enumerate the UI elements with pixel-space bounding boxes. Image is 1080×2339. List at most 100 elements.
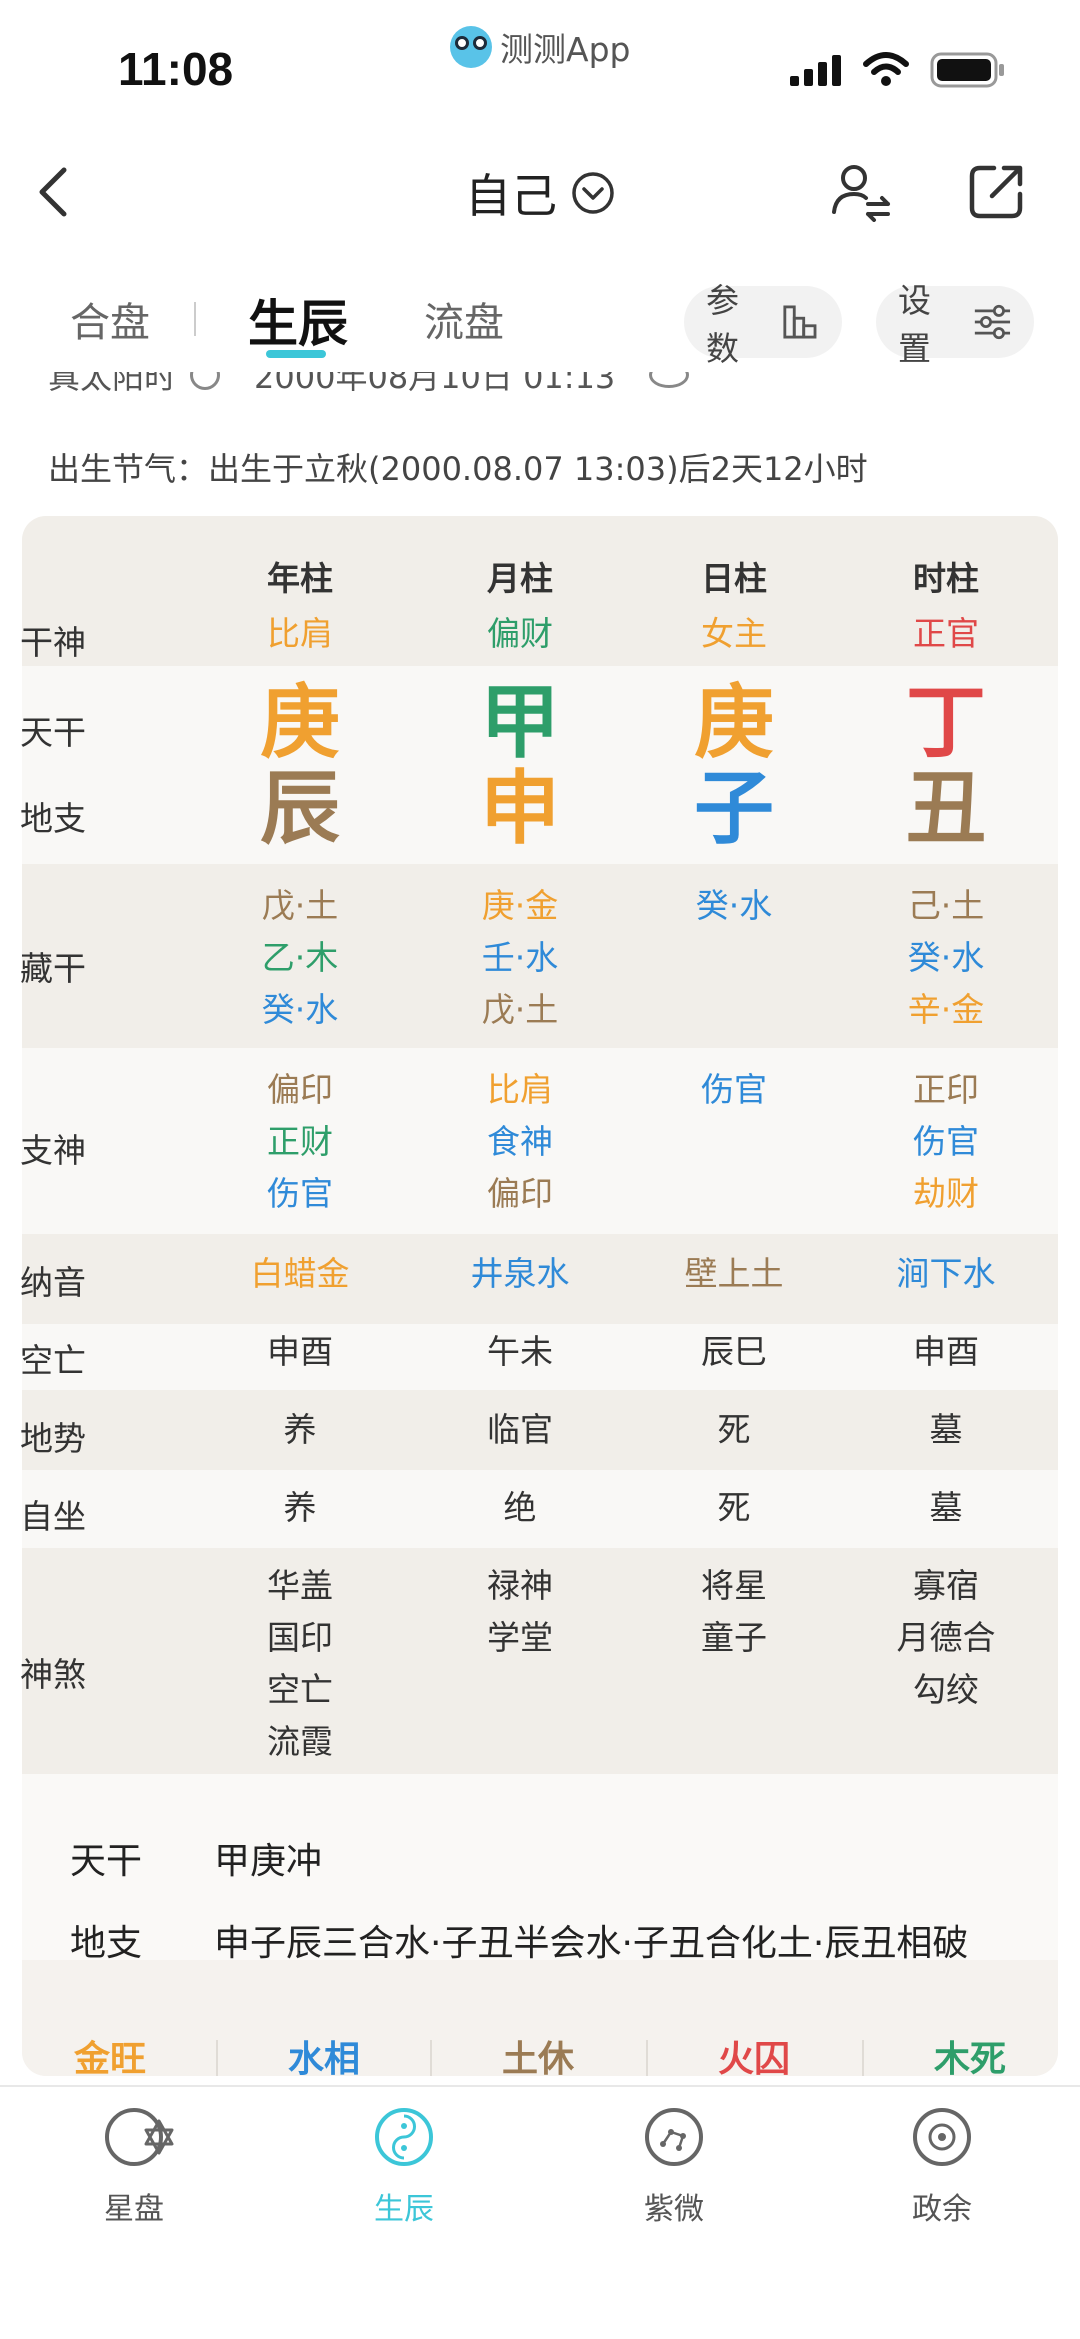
bottom-nav-xingpan[interactable]: 星盘 bbox=[44, 2108, 224, 2228]
relation-dizhi-label: 地支 bbox=[70, 1923, 143, 1964]
canggan-item: 壬·水 bbox=[481, 938, 559, 977]
col-header-year: 年柱 bbox=[267, 559, 333, 598]
nayin-month: 井泉水 bbox=[470, 1254, 570, 1293]
row-label-dizhi: 地支 bbox=[20, 799, 86, 838]
tiangan-month: 甲 bbox=[480, 676, 560, 769]
shensha-item: 童子 bbox=[701, 1618, 767, 1657]
star-of-david-icon bbox=[105, 2108, 174, 2166]
kongwang-day: 辰巳 bbox=[701, 1332, 767, 1371]
dishi-month: 临官 bbox=[487, 1410, 553, 1449]
help-icon[interactable] bbox=[190, 372, 221, 390]
bottom-nav-zhengyu[interactable]: 政余 bbox=[852, 2108, 1032, 2228]
sliders-icon bbox=[974, 304, 1011, 340]
dizhi-year: 辰 bbox=[260, 762, 340, 855]
canggan-item: 戊·土 bbox=[481, 990, 559, 1029]
tiangan-hour: 丁 bbox=[906, 676, 986, 769]
profile-selector[interactable]: 自己 bbox=[0, 160, 1080, 226]
shensha-day: 将星 童子 bbox=[624, 1560, 844, 1664]
shensha-month: 禄神 学堂 bbox=[410, 1560, 630, 1664]
yin-yang-icon bbox=[375, 2108, 433, 2166]
divider bbox=[216, 2040, 218, 2076]
eye-icon[interactable] bbox=[649, 372, 690, 388]
status-app-indicator: 测测App bbox=[450, 22, 630, 72]
bottom-nav-label: 政余 bbox=[912, 2192, 972, 2227]
shensha-item: 空亡 bbox=[267, 1670, 333, 1709]
nayin-day: 壁上土 bbox=[684, 1254, 784, 1293]
wuxing-water: 水相 bbox=[287, 2039, 360, 2080]
relation-dizhi-value: 申子辰三合水·子丑半会水·子丑合化土·辰丑相破 bbox=[214, 1923, 969, 1964]
row-label-zhishen: 支神 bbox=[20, 1131, 86, 1170]
row-label-tiangan: 天干 bbox=[20, 713, 86, 752]
ganshen-day: 女主 bbox=[701, 614, 767, 653]
status-time: 11:08 bbox=[118, 43, 234, 95]
zhishen-hour: 正印 伤官 劫财 bbox=[836, 1064, 1056, 1220]
canggan-item: 庚·金 bbox=[481, 886, 559, 925]
wuxing-earth: 土休 bbox=[501, 2039, 574, 2080]
canggan-item: 己·土 bbox=[907, 886, 985, 925]
compass-disc-icon bbox=[913, 2108, 971, 2166]
divider bbox=[862, 2040, 864, 2076]
bottom-nav-label: 生辰 bbox=[374, 2192, 434, 2227]
zhishen-year: 偏印 正财 伤官 bbox=[190, 1064, 410, 1220]
ganshen-month: 偏财 bbox=[487, 614, 553, 653]
divider bbox=[430, 2040, 432, 2076]
active-tab-indicator bbox=[266, 350, 326, 358]
zhishen-item: 比肩 bbox=[487, 1070, 553, 1109]
shensha-item: 学堂 bbox=[487, 1618, 553, 1657]
zhishen-item: 偏印 bbox=[267, 1070, 333, 1109]
col-header-month: 月柱 bbox=[487, 559, 553, 598]
canggan-item: 癸·水 bbox=[261, 990, 339, 1029]
zizuo-day: 死 bbox=[717, 1488, 751, 1527]
tab-hepan[interactable]: 合盘 bbox=[70, 290, 150, 348]
canggan-item: 乙·木 bbox=[261, 938, 339, 977]
zhishen-item: 伤官 bbox=[701, 1070, 767, 1109]
tiangan-year: 庚 bbox=[260, 676, 340, 769]
row-label-dishi: 地势 bbox=[20, 1419, 86, 1458]
solar-time-label: 真太阳时 bbox=[48, 372, 177, 396]
dishi-day: 死 bbox=[717, 1410, 751, 1449]
row-label-canggan: 藏干 bbox=[20, 949, 86, 988]
params-button[interactable]: 参数 bbox=[684, 281, 842, 368]
relation-tiangan-value: 甲庚冲 bbox=[214, 1841, 323, 1882]
shensha-hour: 寡宿 月德合 勾绞 bbox=[836, 1560, 1056, 1716]
kongwang-hour: 申酉 bbox=[913, 1332, 979, 1371]
ganshen-hour: 正官 bbox=[913, 614, 979, 653]
solar-time-row: 真太阳时 2000年08月10日 01:13 bbox=[0, 372, 1080, 414]
kongwang-year: 申酉 bbox=[267, 1332, 333, 1371]
chart-bars-icon bbox=[783, 305, 817, 339]
row-label-kongwang: 空亡 bbox=[20, 1341, 86, 1380]
dishi-hour: 墓 bbox=[929, 1410, 963, 1449]
divider bbox=[646, 2040, 648, 2076]
nayin-year: 白蜡金 bbox=[250, 1254, 350, 1293]
tab-liupan[interactable]: 流盘 bbox=[424, 290, 504, 348]
row-label-zizuo: 自坐 bbox=[20, 1497, 86, 1536]
dizhi-month: 申 bbox=[480, 762, 560, 855]
row-label-nayin: 纳音 bbox=[20, 1263, 86, 1302]
shensha-item: 寡宿 bbox=[913, 1566, 979, 1605]
share-button[interactable] bbox=[968, 162, 1026, 220]
user-switch-icon bbox=[832, 165, 890, 222]
settings-label: 设置 bbox=[898, 281, 931, 368]
share-icon bbox=[969, 165, 1023, 219]
canggan-month: 庚·金 壬·水 戊·土 bbox=[410, 880, 630, 1036]
canggan-item: 辛·金 bbox=[907, 990, 985, 1029]
chevron-down-circle-icon bbox=[572, 172, 614, 214]
bottom-nav-ziwei[interactable]: 紫微 bbox=[584, 2108, 764, 2228]
shensha-item: 月德合 bbox=[896, 1618, 996, 1657]
canggan-day: 癸·水 bbox=[624, 880, 844, 932]
zhishen-item: 正财 bbox=[267, 1122, 333, 1161]
ganshen-year: 比肩 bbox=[267, 614, 333, 653]
shensha-item: 将星 bbox=[701, 1566, 767, 1605]
status-app-name: 测测App bbox=[500, 30, 631, 69]
dizhi-day: 子 bbox=[694, 762, 774, 855]
bottom-nav-label: 星盘 bbox=[104, 2192, 164, 2227]
zhishen-month: 比肩 食神 偏印 bbox=[410, 1064, 630, 1220]
bottom-nav-shengchen[interactable]: 生辰 bbox=[314, 2108, 494, 2228]
row-label-ganshen: 干神 bbox=[20, 623, 86, 662]
shensha-item: 禄神 bbox=[487, 1566, 553, 1605]
dizhi-hour: 丑 bbox=[906, 762, 986, 855]
canggan-item: 癸·水 bbox=[695, 886, 773, 925]
switch-user-button[interactable] bbox=[830, 160, 892, 222]
settings-button[interactable]: 设置 bbox=[876, 281, 1034, 368]
tab-shengchen[interactable]: 生辰 bbox=[248, 284, 348, 356]
